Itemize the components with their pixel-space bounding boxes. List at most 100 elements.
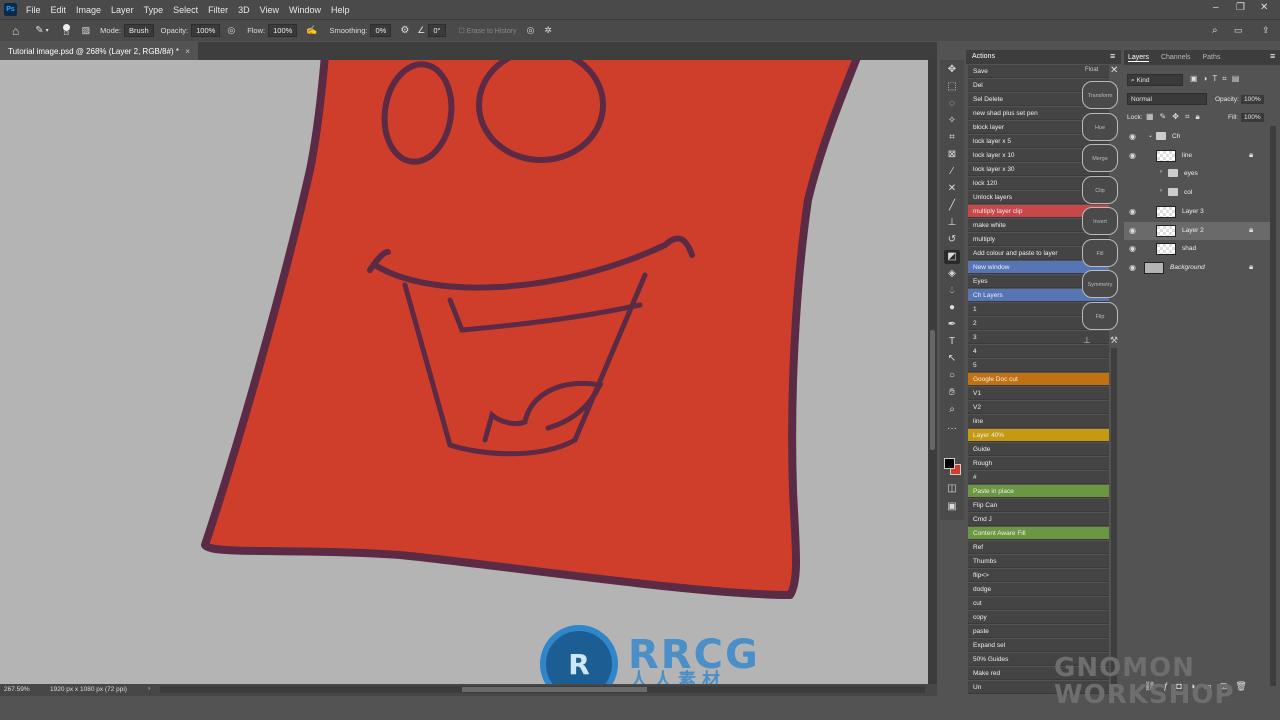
layers-panel-menu-icon[interactable]: ≡	[1270, 51, 1275, 61]
layer-row[interactable]: ◉ line 🔒︎	[1124, 147, 1270, 165]
group-chevron-icon[interactable]: ›	[1160, 169, 1162, 175]
opacity-field[interactable]: 100%	[191, 24, 221, 37]
eye-icon[interactable]: ◉	[1129, 263, 1136, 272]
path-selection-tool-icon[interactable]: ↖	[944, 352, 960, 366]
close-tab-icon[interactable]: ×	[185, 47, 190, 56]
layer-opacity-field[interactable]: 100%	[1241, 95, 1264, 104]
action-item[interactable]: Ref	[968, 541, 1109, 554]
layer-row[interactable]: ◉ Layer 3	[1124, 203, 1270, 221]
layer-row[interactable]: ◉ Background 🔒︎	[1124, 259, 1270, 277]
action-item[interactable]: cut	[968, 597, 1109, 610]
float-button[interactable]: Transform	[1082, 81, 1118, 109]
action-item[interactable]: Rough	[968, 457, 1109, 470]
gear-icon[interactable]: ⚙	[400, 25, 409, 36]
move-tool-icon[interactable]: ✥	[944, 63, 960, 77]
stamp-tool-icon[interactable]: ⊥	[944, 216, 960, 230]
kind-filter-select[interactable]: ⌕ Kind	[1127, 74, 1183, 86]
float-button[interactable]: Invert	[1082, 207, 1118, 235]
action-item[interactable]: Content Aware Fill	[968, 527, 1109, 540]
quick-mask-icon[interactable]: ◫	[944, 482, 960, 496]
history-brush-tool-icon[interactable]: ↺	[944, 233, 960, 247]
menu-3d[interactable]: 3D	[233, 5, 255, 15]
menu-select[interactable]: Select	[168, 5, 203, 15]
action-item[interactable]: flip<>	[968, 569, 1109, 582]
layer-row[interactable]: ◉ ⌄ Ch	[1124, 128, 1270, 146]
action-item[interactable]: 4	[968, 345, 1109, 358]
eye-icon[interactable]: ◉	[1129, 151, 1136, 160]
float-button[interactable]: Merge	[1082, 144, 1118, 172]
pin-icon[interactable]: ⊥	[1083, 335, 1091, 346]
action-item[interactable]: Flip Can	[968, 499, 1109, 512]
pressure-opacity-icon[interactable]: ◎	[227, 25, 235, 36]
layer-row[interactable]: › col	[1124, 184, 1270, 202]
brush-settings-icon[interactable]: ▨	[82, 25, 91, 36]
zoom-tool-icon[interactable]: ⌕	[944, 403, 960, 417]
float-close-icon[interactable]: ✕	[1110, 65, 1118, 76]
action-item[interactable]: copy	[968, 611, 1109, 624]
pressure-size-icon[interactable]: ◎	[527, 25, 535, 36]
action-item[interactable]: Thumbs	[968, 555, 1109, 568]
eye-icon[interactable]: ◉	[1129, 226, 1136, 235]
menu-filter[interactable]: Filter	[203, 5, 233, 15]
eye-icon[interactable]: ◉	[1129, 207, 1136, 216]
healing-tool-icon[interactable]: ✕	[944, 182, 960, 196]
menu-view[interactable]: View	[255, 5, 284, 15]
float-button[interactable]: Hue	[1082, 112, 1118, 141]
action-item[interactable]: V1	[968, 387, 1109, 400]
document-tab[interactable]: Tutorial image.psd @ 268% (Layer 2, RGB/…	[0, 42, 198, 60]
action-item[interactable]: Guide	[968, 443, 1109, 456]
vertical-scrollbar[interactable]	[928, 60, 937, 684]
smoothing-field[interactable]: 0%	[370, 24, 392, 37]
tool-preset-chevron-icon[interactable]: ▾	[46, 27, 49, 34]
brush-size-picker[interactable]: 13	[62, 24, 70, 37]
blend-mode-select[interactable]: Normal	[1127, 93, 1207, 105]
layer-filter-icons[interactable]: ▣◑T⌗▤	[1190, 74, 1244, 84]
action-item[interactable]: Expand sel	[968, 639, 1109, 652]
action-item[interactable]: paste	[968, 625, 1109, 638]
float-button[interactable]: Fill	[1082, 238, 1118, 267]
type-tool-icon[interactable]: T	[944, 335, 960, 349]
dodge-tool-icon[interactable]: ●	[944, 301, 960, 315]
status-menu-arrow-icon[interactable]: ›	[148, 685, 150, 692]
horizontal-scrollbar[interactable]	[160, 686, 925, 693]
erase-to-history-checkbox[interactable]: ☐ Erase to History	[459, 27, 517, 35]
ellipse-tool-icon[interactable]: ○	[944, 369, 960, 383]
fill-field[interactable]: 100%	[1241, 113, 1264, 122]
magic-wand-tool-icon[interactable]: ✧	[944, 114, 960, 128]
home-icon[interactable]: ⌂	[12, 24, 19, 38]
eye-icon[interactable]: ◉	[1129, 132, 1136, 141]
vertical-scroll-thumb[interactable]	[930, 330, 935, 450]
workspace-icon[interactable]: ▭	[1234, 25, 1243, 36]
layer-row[interactable]: › eyes	[1124, 165, 1270, 183]
eyedropper-tool-icon[interactable]: ⁄	[944, 165, 960, 179]
action-item[interactable]: Paste in place	[968, 485, 1109, 498]
layer-row[interactable]: ◉ Layer 2 🔒︎	[1124, 221, 1270, 240]
symmetry-icon[interactable]: ✲	[544, 25, 552, 36]
float-button[interactable]: Clip	[1082, 175, 1118, 204]
menu-help[interactable]: Help	[326, 5, 355, 15]
action-item[interactable]: dodge	[968, 583, 1109, 596]
group-chevron-icon[interactable]: ⌄	[1148, 132, 1153, 139]
menu-image[interactable]: Image	[71, 5, 106, 15]
action-item[interactable]: Layer 40%	[968, 429, 1109, 442]
actions-scrollbar[interactable]	[1111, 348, 1117, 688]
layer-row[interactable]: ◉ shad	[1124, 240, 1270, 258]
search-icon[interactable]: ⌕	[1212, 25, 1218, 36]
eraser-tool-icon[interactable]: ◩	[944, 250, 960, 264]
zoom-level[interactable]: 267.59%	[4, 686, 30, 693]
foreground-color-swatch[interactable]	[944, 458, 955, 469]
eraser-tool-icon[interactable]: ✎	[35, 25, 43, 36]
frame-tool-icon[interactable]: ⊠	[944, 148, 960, 162]
action-item[interactable]: Google Doc cut	[968, 373, 1109, 386]
mode-select[interactable]: Brush	[124, 24, 154, 37]
share-icon[interactable]: ⇪	[1262, 25, 1270, 36]
lock-icons[interactable]: ▦✎✥⌗🔒︎	[1146, 112, 1206, 122]
tab-channels[interactable]: Channels	[1161, 54, 1191, 61]
angle-field[interactable]: 0°	[428, 24, 446, 37]
screen-mode-icon[interactable]: ▣	[944, 500, 960, 514]
menu-edit[interactable]: Edit	[46, 5, 72, 15]
more-tools-icon[interactable]: ···	[944, 422, 960, 436]
float-button[interactable]: Flip	[1082, 301, 1118, 330]
actions-panel-title[interactable]: Actions	[972, 53, 995, 60]
action-item[interactable]: #	[968, 471, 1109, 484]
